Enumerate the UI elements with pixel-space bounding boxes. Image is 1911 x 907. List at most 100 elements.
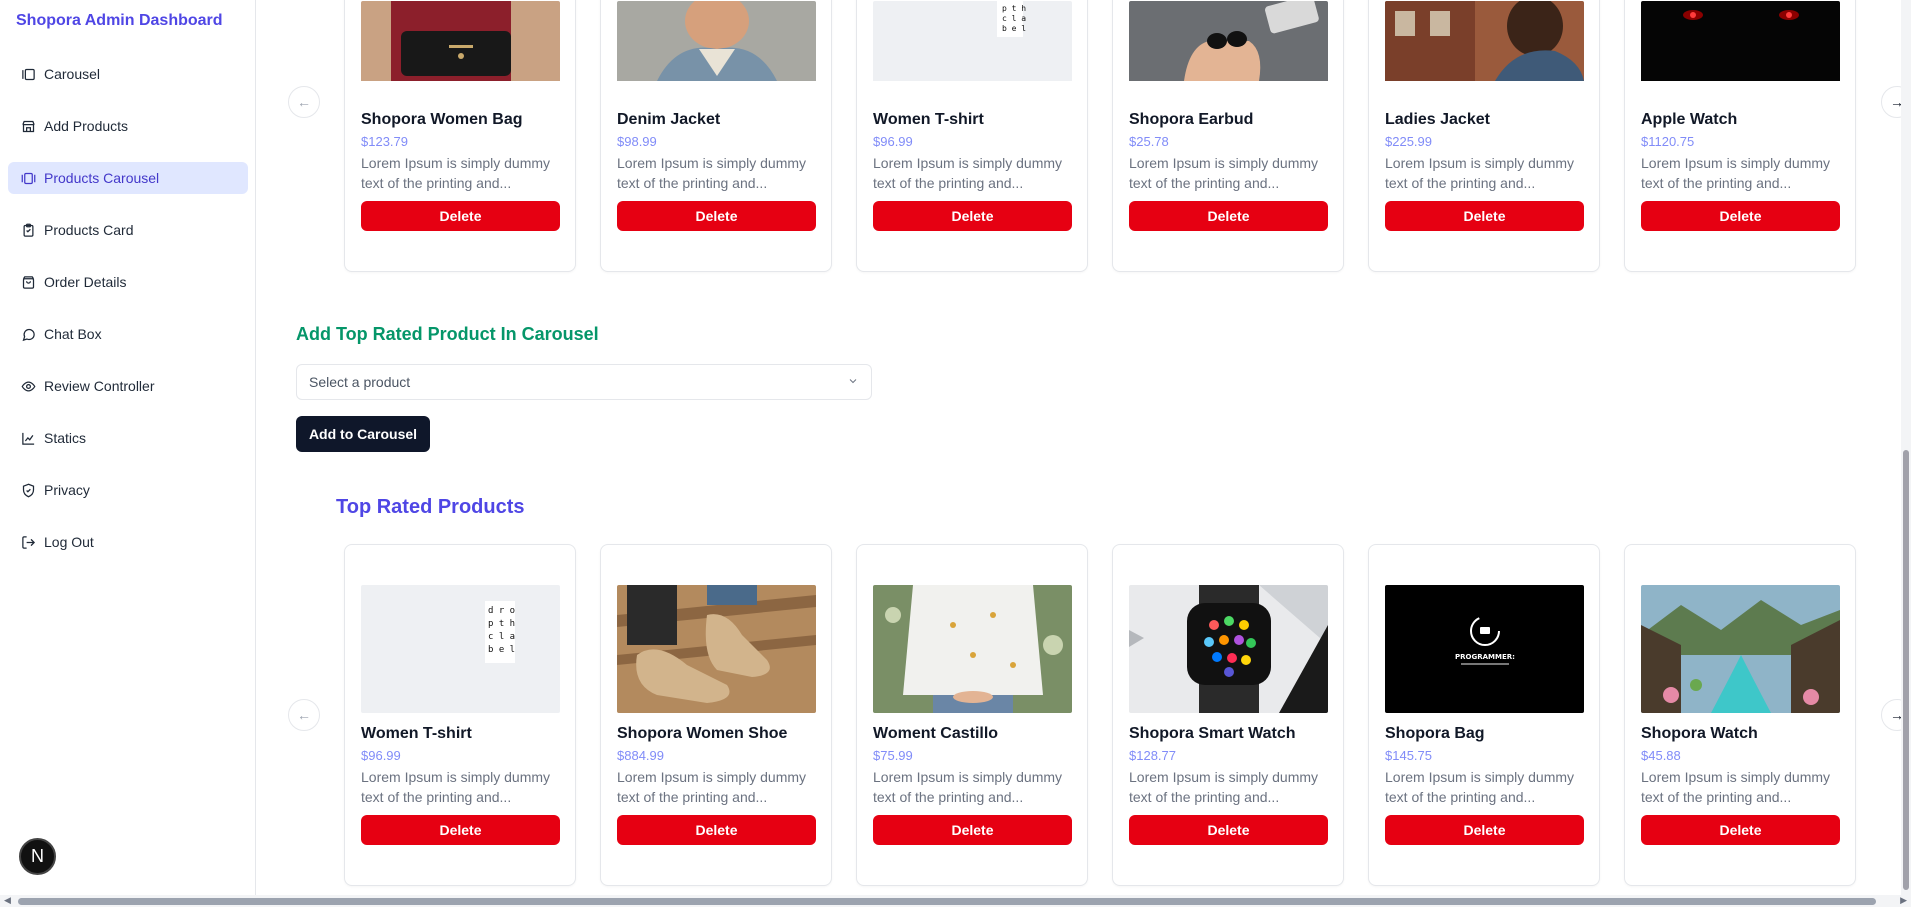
delete-button[interactable]: Delete xyxy=(361,815,560,845)
delete-button[interactable]: Delete xyxy=(1129,201,1328,231)
top-rated-product-card: Woment Castillo $75.99 Lorem Ipsum is si… xyxy=(856,544,1088,886)
product-select[interactable]: Select a product xyxy=(296,364,872,400)
chart-icon xyxy=(20,430,36,446)
product-name: Denim Jacket xyxy=(617,111,721,128)
sidebar-item-products-card[interactable]: Products Card xyxy=(8,214,248,246)
top-rated-product-card: Shopora Smart Watch $128.77 Lorem Ipsum … xyxy=(1112,544,1344,886)
vertical-scroll-thumb[interactable] xyxy=(1903,450,1909,890)
logout-icon xyxy=(20,534,36,550)
product-image xyxy=(361,1,560,129)
delete-button[interactable]: Delete xyxy=(1641,201,1840,231)
top-rated-product-card: d r o p t h c l a b e l Women T-shirt $96.9… xyxy=(344,544,576,886)
sidebar-item-carousel[interactable]: Carousel xyxy=(8,58,248,90)
scroll-right-icon[interactable]: ▶ xyxy=(1900,895,1907,906)
product-image: PROGRAMMER: xyxy=(1385,585,1584,713)
delete-button[interactable]: Delete xyxy=(1129,815,1328,845)
delete-button[interactable]: Delete xyxy=(1641,815,1840,845)
carousel-product-card: Ladies Jacket $225.99 Lorem Ipsum is sim… xyxy=(1368,0,1600,272)
svg-text:c l a: c l a xyxy=(488,632,515,642)
carousel-product-card: Denim Jacket $98.99 Lorem Ipsum is simpl… xyxy=(600,0,832,272)
sidebar-item-label: Add Products xyxy=(44,118,129,134)
product-image xyxy=(1641,585,1840,713)
message-icon xyxy=(20,326,36,342)
dev-tools-badge[interactable]: N xyxy=(19,838,56,875)
product-description: Lorem Ipsum is simply dummy text of the … xyxy=(1129,155,1319,191)
product-name: Shopora Women Shoe xyxy=(617,725,788,742)
delete-button[interactable]: Delete xyxy=(361,201,560,231)
bag-icon xyxy=(20,274,36,290)
carousel-product-card: Shopora Women Bag $123.79 Lorem Ipsum is… xyxy=(344,0,576,272)
svg-text:c l a: c l a xyxy=(1002,14,1026,23)
product-price: $98.99 xyxy=(617,134,657,149)
product-name: Shopora Bag xyxy=(1385,725,1485,742)
product-description: Lorem Ipsum is simply dummy text of the … xyxy=(617,155,807,191)
product-price: $25.78 xyxy=(1129,134,1169,149)
sidebar-item-statics[interactable]: Statics xyxy=(8,422,248,454)
product-name: Shopora Women Bag xyxy=(361,111,523,128)
product-price: $145.75 xyxy=(1385,748,1432,763)
product-name: Women T-shirt xyxy=(873,111,984,128)
scroll-left-icon[interactable]: ◀ xyxy=(4,895,11,906)
sidebar-item-label: Privacy xyxy=(44,482,90,498)
sidebar-item-privacy[interactable]: Privacy xyxy=(8,474,248,506)
product-price: $75.99 xyxy=(873,748,913,763)
product-price: $1120.75 xyxy=(1641,134,1695,149)
product-price: $128.77 xyxy=(1129,748,1176,763)
horizontal-scrollbar[interactable]: ◀ ▶ xyxy=(0,895,1911,907)
sidebar-item-label: Log Out xyxy=(44,534,94,550)
arrow-left-icon: ← xyxy=(297,707,311,723)
product-image xyxy=(1385,1,1584,129)
sidebar-item-label: Statics xyxy=(44,430,87,446)
product-name: Women T-shirt xyxy=(361,725,472,742)
sidebar-item-products-carousel[interactable]: Products Carousel xyxy=(8,162,248,194)
vertical-scrollbar[interactable] xyxy=(1901,0,1911,907)
top-rated-prev-button[interactable]: ← xyxy=(288,699,320,731)
carousel-prev-button[interactable]: ← xyxy=(288,86,320,118)
svg-text:b e l: b e l xyxy=(488,645,515,655)
add-to-carousel-button[interactable]: Add to Carousel xyxy=(296,416,430,452)
product-price: $884.99 xyxy=(617,748,664,763)
product-name: Shopora Earbud xyxy=(1129,111,1254,128)
top-rated-title: Top Rated Products xyxy=(336,496,525,518)
product-description: Lorem Ipsum is simply dummy text of the … xyxy=(361,155,551,191)
sidebar-item-order-details[interactable]: Order Details xyxy=(8,266,248,298)
main-content: ← → Shopora Women Bag $123.79 Lorem Ipsu… xyxy=(256,0,1911,907)
sidebar-item-label: Chat Box xyxy=(44,326,102,342)
horizontal-scroll-thumb[interactable] xyxy=(18,898,1876,905)
product-price: $96.99 xyxy=(361,748,401,763)
product-description: Lorem Ipsum is simply dummy text of the … xyxy=(873,769,1063,805)
eye-icon xyxy=(20,378,36,394)
product-description: Lorem Ipsum is simply dummy text of the … xyxy=(1385,155,1575,191)
carousel-product-card: Shopora Earbud $25.78 Lorem Ipsum is sim… xyxy=(1112,0,1344,272)
product-price: $45.88 xyxy=(1641,748,1681,763)
product-image xyxy=(1129,585,1328,713)
delete-button[interactable]: Delete xyxy=(617,201,816,231)
sidebar-item-log-out[interactable]: Log Out xyxy=(8,526,248,558)
add-top-rated-title: Add Top Rated Product In Carousel xyxy=(296,324,599,344)
sidebar-item-label: Products Card xyxy=(44,222,134,238)
svg-text:p t h: p t h xyxy=(488,619,515,629)
delete-button[interactable]: Delete xyxy=(617,815,816,845)
product-description: Lorem Ipsum is simply dummy text of the … xyxy=(873,155,1063,191)
arrow-left-icon: ← xyxy=(297,94,311,110)
svg-text:b e l: b e l xyxy=(1002,24,1026,33)
delete-button[interactable]: Delete xyxy=(873,815,1072,845)
product-image xyxy=(617,1,816,129)
product-price: $96.99 xyxy=(873,134,913,149)
sidebar-item-chat-box[interactable]: Chat Box xyxy=(8,318,248,350)
top-rated-product-card: Shopora Watch $45.88 Lorem Ipsum is simp… xyxy=(1624,544,1856,886)
delete-button[interactable]: Delete xyxy=(873,201,1072,231)
delete-button[interactable]: Delete xyxy=(1385,815,1584,845)
delete-button[interactable]: Delete xyxy=(1385,201,1584,231)
clipboard-icon xyxy=(20,222,36,238)
product-image xyxy=(617,585,816,713)
programmer-image-text: PROGRAMMER: xyxy=(1455,653,1515,661)
product-description: Lorem Ipsum is simply dummy text of the … xyxy=(1641,155,1831,191)
sidebar-item-label: Carousel xyxy=(44,66,101,82)
product-price: $123.79 xyxy=(361,134,408,149)
product-name: Ladies Jacket xyxy=(1385,111,1490,128)
product-description: Lorem Ipsum is simply dummy text of the … xyxy=(617,769,807,805)
product-image xyxy=(873,585,1072,713)
sidebar-item-review-controller[interactable]: Review Controller xyxy=(8,370,248,402)
sidebar-item-add-products[interactable]: Add Products xyxy=(8,110,248,142)
